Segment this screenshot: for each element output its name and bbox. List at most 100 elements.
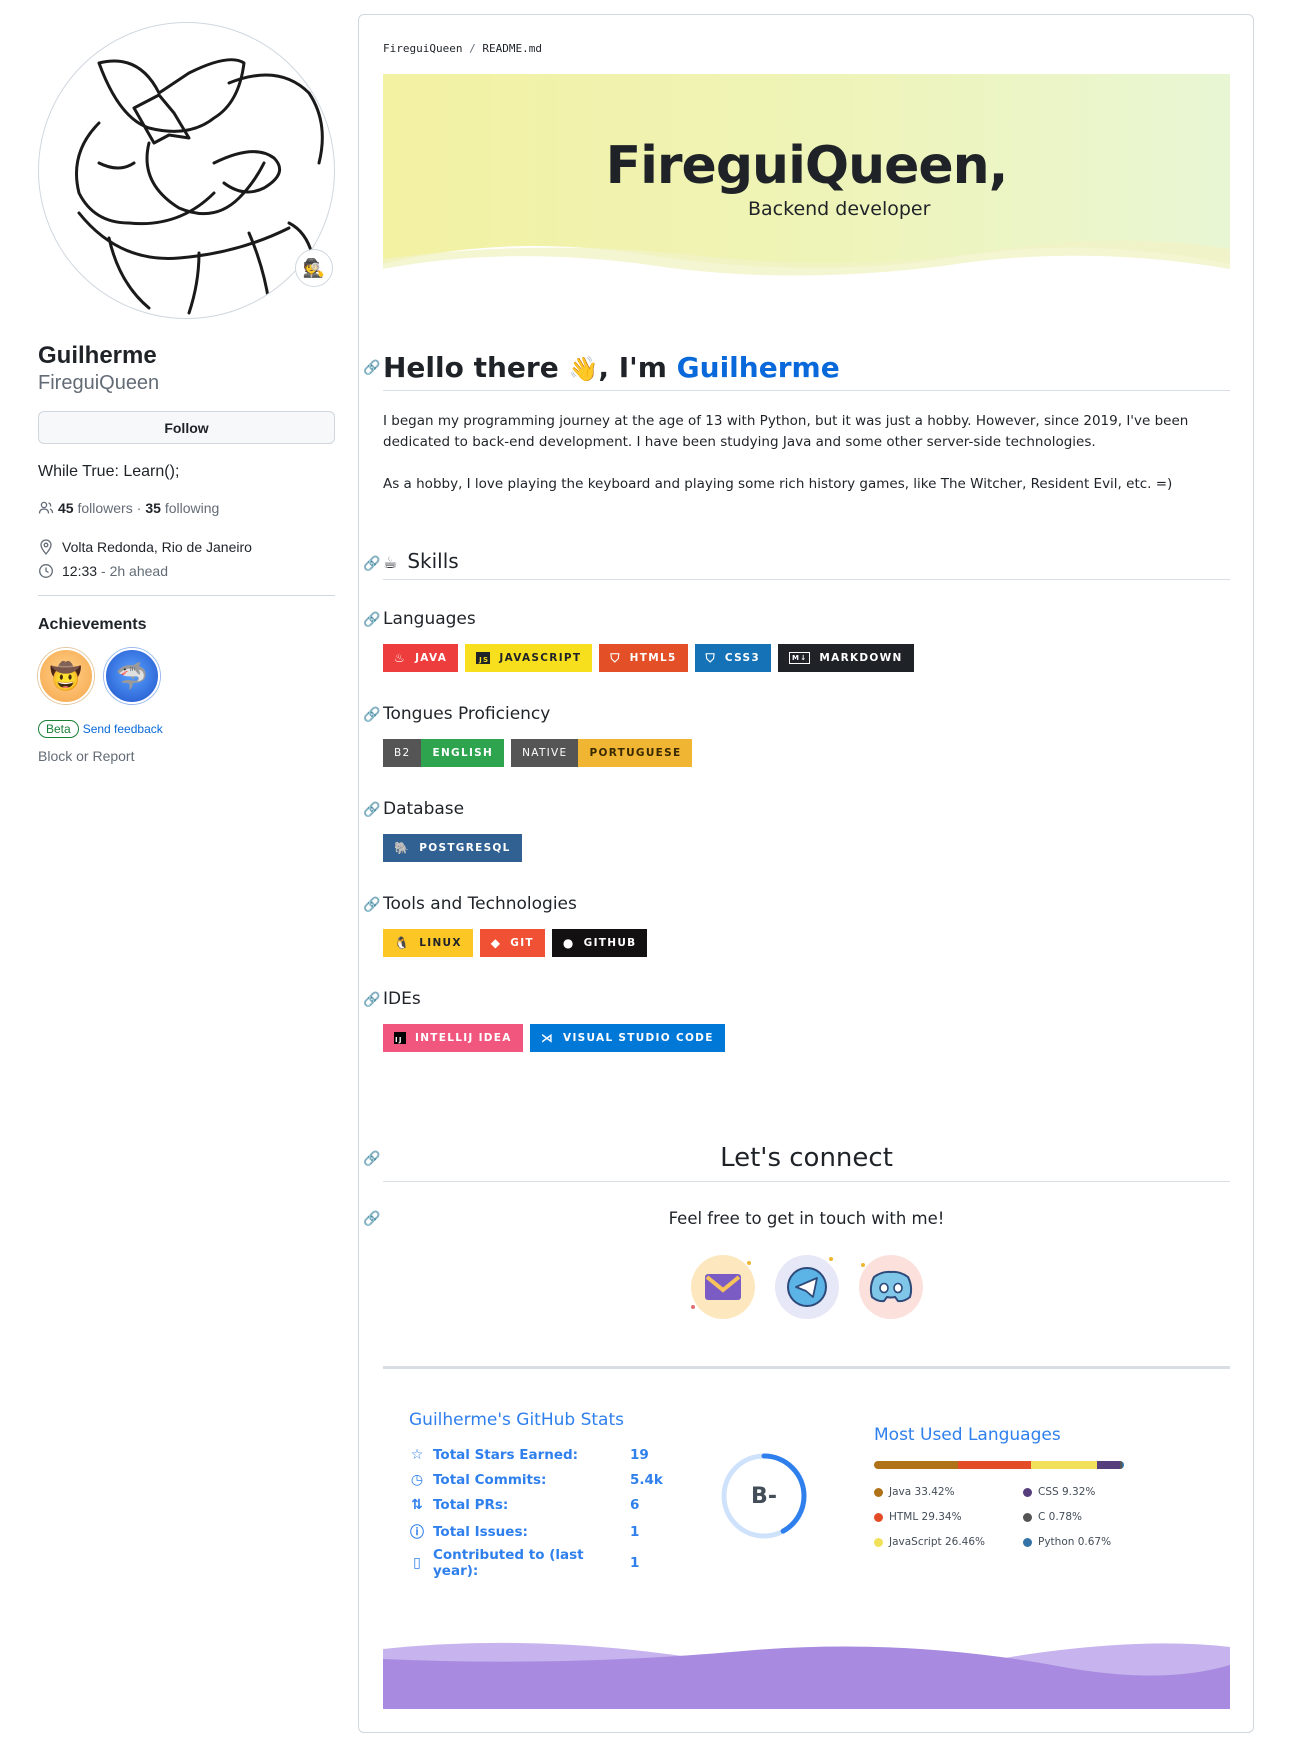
javascript-badge[interactable]: JS JAVASCRIPT — [465, 644, 593, 672]
anchor-link-icon[interactable]: 🔗 — [363, 359, 380, 376]
anchor-link-icon[interactable]: 🔗 — [363, 611, 380, 628]
stat-value: 19 — [630, 1447, 649, 1463]
banner-title: FireguiQueen, — [605, 136, 1009, 196]
cowboy-achievement-icon[interactable]: 🤠 — [38, 648, 94, 704]
language-color-dot — [1023, 1512, 1032, 1522]
followers-count: 45 — [58, 500, 74, 516]
breadcrumb-separator: / — [469, 42, 476, 55]
skills-heading: ☕ Skills — [383, 549, 1230, 580]
stat-label: Total Stars Earned: — [433, 1447, 579, 1463]
stat-value: 1 — [630, 1524, 640, 1540]
stat-label: Total Commits: — [433, 1472, 547, 1488]
breadcrumb: FireguiQueen / README.md — [383, 42, 542, 55]
breadcrumb-file: README.md — [482, 42, 542, 55]
anchor-link-icon[interactable]: 🔗 — [363, 896, 380, 913]
tongues-heading: Tongues Proficiency — [383, 704, 551, 724]
language-name: Python 0.67% — [1038, 1536, 1112, 1548]
anchor-link-icon[interactable]: 🔗 — [363, 1210, 380, 1227]
avatar[interactable] — [38, 22, 335, 319]
ides-badges: IJ INTELLIJ IDEA ⋊ VISUAL STUDIO CODE — [383, 1024, 725, 1052]
people-icon — [38, 501, 54, 514]
html5-label: HTML5 — [629, 652, 677, 664]
send-feedback-link[interactable]: Send feedback — [83, 722, 163, 736]
mail-icon[interactable] — [690, 1255, 755, 1319]
follow-separator: · — [136, 500, 142, 516]
following-link[interactable]: 35 following — [145, 500, 219, 516]
linux-badge[interactable]: 🐧 LINUX — [383, 929, 473, 957]
language-name: JavaScript 26.46% — [889, 1536, 986, 1548]
readme-panel: FireguiQueen / README.md FireguiQueen, B… — [358, 14, 1254, 1733]
breadcrumb-user[interactable]: FireguiQueen — [383, 42, 462, 55]
location-text: Volta Redonda, Rio de Janeiro — [62, 539, 252, 555]
java-label: JAVA — [415, 652, 448, 664]
language-name: Java 33.42% — [889, 1486, 955, 1498]
markdown-badge[interactable]: M↓ MARKDOWN — [777, 644, 914, 672]
intellij-label: INTELLIJ IDEA — [415, 1032, 512, 1044]
discord-glyph — [869, 1270, 912, 1303]
rank-ring: B- — [719, 1451, 809, 1541]
sidebar-divider — [38, 595, 335, 596]
markdown-icon: M↓ — [788, 652, 811, 664]
hello-prefix: Hello there — [383, 351, 559, 384]
anchor-link-icon[interactable]: 🔗 — [363, 801, 380, 818]
html5-badge[interactable]: ⛉ HTML5 — [599, 644, 688, 672]
social-links — [383, 1255, 1230, 1319]
anchor-link-icon[interactable]: 🔗 — [363, 555, 380, 572]
tools-heading: Tools and Technologies — [383, 894, 577, 914]
anchor-link-icon[interactable]: 🔗 — [363, 1150, 380, 1167]
feedback-row: Beta Send feedback — [38, 720, 335, 738]
language-item: HTML 29.34% — [874, 1511, 962, 1523]
detective-emoji-icon[interactable]: 🕵️ — [295, 249, 333, 287]
achievements-row: 🤠 🦈 — [38, 648, 335, 704]
languages-bar-segment — [1122, 1461, 1124, 1469]
discord-icon[interactable] — [858, 1255, 923, 1319]
local-time: 12:33 — [62, 563, 98, 579]
languages-badges: ♨ JAVA JS JAVASCRIPT ⛉ HTML5 ⛉ CSS3 M↓ MARKDO… — [383, 644, 914, 672]
languages-bar-segment — [957, 1461, 1031, 1469]
postgresql-badge[interactable]: 🐘 POSTGRESQL — [383, 834, 522, 862]
anchor-link-icon[interactable]: 🔗 — [363, 991, 380, 1008]
english-badge[interactable]: B2 ENGLISH — [383, 739, 505, 767]
follow-button[interactable]: Follow — [38, 411, 335, 444]
languages-card-title: Most Used Languages — [874, 1425, 1061, 1445]
vscode-badge[interactable]: ⋊ VISUAL STUDIO CODE — [529, 1024, 725, 1052]
time-offset: - 2h ahead — [101, 563, 168, 579]
css3-badge[interactable]: ⛉ CSS3 — [694, 644, 771, 672]
stat-row-issues: ⓘ Total Issues: 1 — [409, 1522, 639, 1542]
postgresql-label: POSTGRESQL — [419, 842, 511, 854]
profile-name: Guilherme — [38, 342, 157, 369]
beta-badge: Beta — [38, 720, 79, 738]
github-badge[interactable]: ● GITHUB — [551, 929, 648, 957]
java-badge[interactable]: ♨ JAVA — [383, 644, 459, 672]
pull-request-icon: ⇅ — [411, 1497, 423, 1513]
stat-row-commits: ◷ Total Commits: 5.4k — [409, 1472, 663, 1488]
profile-sidebar: 🕵️ Guilherme FireguiQueen Follow While T… — [38, 22, 335, 764]
connect-subtitle: Feel free to get in touch with me! — [668, 1209, 945, 1228]
mail-glyph — [704, 1274, 741, 1300]
portuguese-badge[interactable]: NATIVE PORTUGUESE — [511, 739, 693, 767]
stat-value: 5.4k — [630, 1472, 663, 1488]
language-color-dot — [874, 1537, 883, 1547]
telegram-icon[interactable] — [774, 1255, 839, 1319]
stat-label: Contributed to (last year): — [433, 1547, 584, 1579]
java-icon: ♨ — [394, 651, 407, 665]
intellij-badge[interactable]: IJ INTELLIJ IDEA — [383, 1024, 523, 1052]
language-item: C 0.78% — [1023, 1511, 1082, 1523]
followers-link[interactable]: 45 followers — [58, 500, 133, 516]
language-color-dot — [874, 1512, 883, 1522]
profile-login: FireguiQueen — [38, 372, 160, 394]
html5-icon: ⛉ — [610, 650, 621, 665]
languages-heading: Languages — [383, 609, 476, 629]
shark-achievement-icon[interactable]: 🦈 — [104, 648, 160, 704]
telegram-glyph — [786, 1267, 827, 1307]
avatar-container: 🕵️ — [38, 22, 335, 319]
clock-icon — [39, 564, 53, 578]
git-badge[interactable]: ◆ GIT — [479, 929, 545, 957]
javascript-label: JAVASCRIPT — [499, 652, 582, 664]
anchor-link-icon[interactable]: 🔗 — [363, 706, 380, 723]
tongues-badges: B2 ENGLISH NATIVE PORTUGUESE — [383, 739, 693, 767]
rank-grade: B- — [751, 1483, 777, 1509]
linux-label: LINUX — [419, 937, 462, 949]
block-report-link[interactable]: Block or Report — [38, 748, 335, 764]
intellij-icon: IJ — [394, 1032, 406, 1044]
